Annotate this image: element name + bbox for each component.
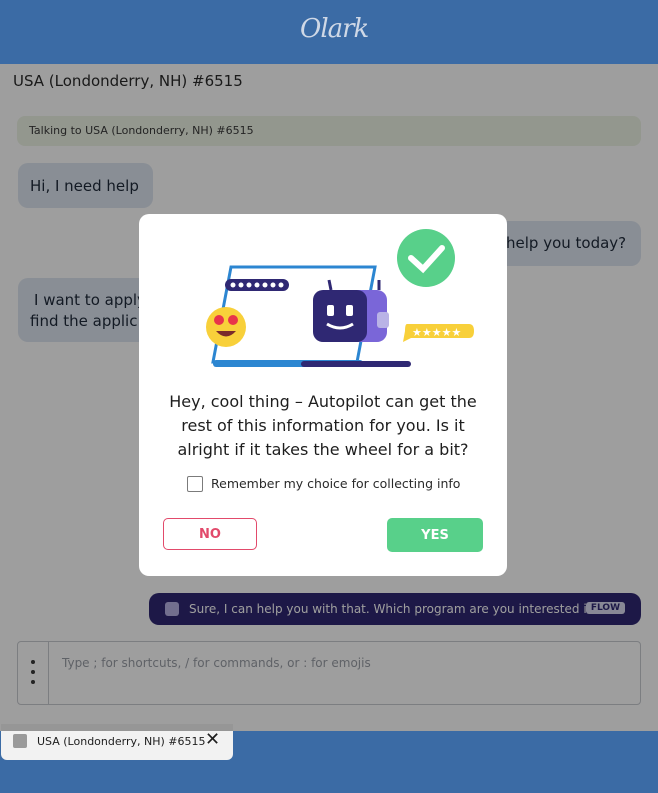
remember-choice-checkbox[interactable] xyxy=(187,476,203,492)
question-line: Hey, cool thing – Autopilot can get the xyxy=(169,392,477,411)
autopilot-question: Hey, cool thing – Autopilot can get the … xyxy=(159,390,487,462)
yes-button[interactable]: YES xyxy=(387,518,483,552)
autopilot-illustration-icon: ★★★★★ xyxy=(206,229,474,367)
remember-choice-label[interactable]: Remember my choice for collecting info xyxy=(211,476,460,491)
top-bar: Olark xyxy=(0,0,658,64)
autopilot-modal: ★★★★★ Hey, cool thing – Autopilot can ge… xyxy=(139,214,507,576)
olark-logo: Olark xyxy=(300,14,369,44)
no-button[interactable]: NO xyxy=(163,518,257,550)
visitor-avatar-icon xyxy=(13,734,27,748)
question-line: alright if it takes the wheel for a bit? xyxy=(177,440,469,459)
svg-text:★★★★★: ★★★★★ xyxy=(412,326,461,339)
close-icon[interactable]: ✕ xyxy=(205,729,220,750)
conversation-tab-label: USA (Londonderry, NH) #6515 xyxy=(37,735,206,748)
question-line: rest of this information for you. Is it xyxy=(181,416,465,435)
